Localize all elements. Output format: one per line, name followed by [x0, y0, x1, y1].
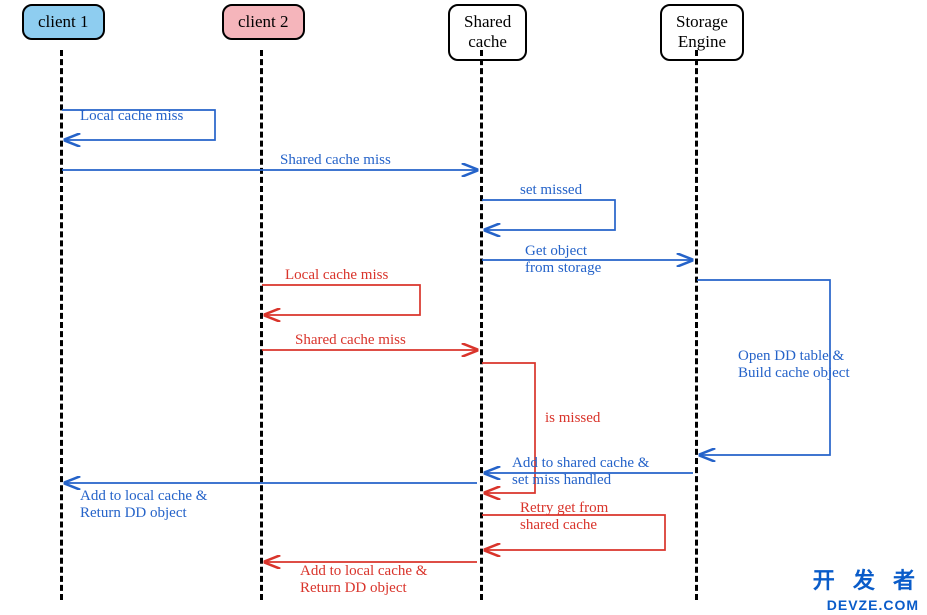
lifeline-client2 [260, 50, 263, 600]
lifeline-shared-cache [480, 50, 483, 600]
watermark-main: 开 发 者 [813, 563, 921, 595]
actor-storage-engine: StorageEngine [660, 4, 744, 61]
label-set-missed: set missed [520, 182, 582, 199]
watermark-sub: DEVZE.COM [827, 597, 919, 613]
label-shared-cache-miss-2: Shared cache miss [295, 332, 406, 349]
actor-client2: client 2 [222, 4, 305, 40]
arrows-layer [0, 0, 927, 615]
label-add-local-cache-1: Add to local cache &Return DD object [80, 488, 207, 523]
actor-shared-cache: Sharedcache [448, 4, 527, 61]
lifeline-client1 [60, 50, 63, 600]
label-shared-cache-miss-1: Shared cache miss [280, 152, 391, 169]
label-get-object: Get objectfrom storage [525, 243, 601, 278]
label-open-dd-table: Open DD table &Build cache object [738, 348, 850, 383]
label-add-shared-cache: Add to shared cache &set miss handled [512, 455, 649, 490]
label-is-missed: is missed [545, 410, 600, 427]
lifeline-storage-engine [695, 50, 698, 600]
label-local-cache-miss-2: Local cache miss [285, 267, 388, 284]
label-retry-get: Retry get fromshared cache [520, 500, 608, 535]
label-local-cache-miss-1: Local cache miss [80, 108, 183, 125]
label-add-local-cache-2: Add to local cache &Return DD object [300, 563, 427, 598]
actor-client1: client 1 [22, 4, 105, 40]
